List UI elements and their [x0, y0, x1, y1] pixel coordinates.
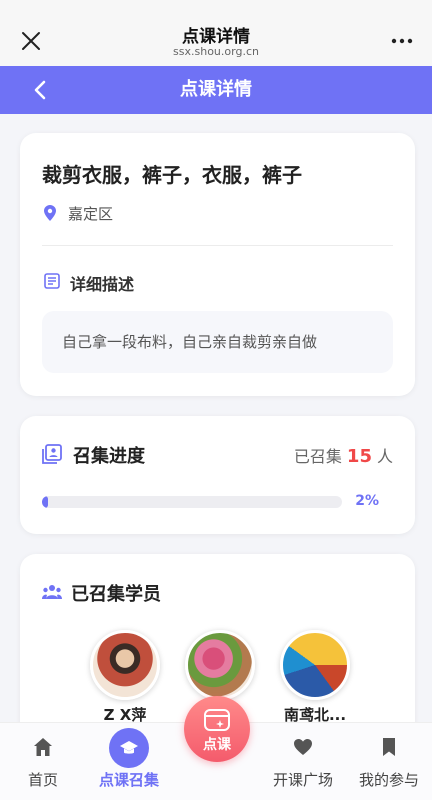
progress-icon	[42, 444, 62, 464]
recruited-prefix: 已召集	[293, 447, 342, 466]
graduation-cap-icon	[120, 741, 138, 754]
tab-my-participation[interactable]: 我的参与	[346, 723, 432, 800]
sparkle-card-icon	[204, 709, 230, 731]
center-course-button[interactable]: 点课	[184, 696, 250, 762]
avatar[interactable]	[185, 630, 255, 700]
progress-track	[42, 496, 342, 508]
browser-bar: 点课详情 ssx.shou.org.cn	[0, 0, 432, 66]
more-icon[interactable]	[390, 33, 414, 49]
browser-title: 点课详情	[182, 27, 250, 47]
tab-home[interactable]: 首页	[0, 723, 86, 800]
heart-icon	[294, 739, 312, 755]
tab-course-call[interactable]: 点课召集	[86, 723, 172, 800]
divider	[42, 245, 393, 246]
progress-percent: 2%	[355, 493, 379, 509]
home-icon	[34, 738, 52, 756]
description-text: 自己拿一段布料，自己亲自裁剪亲自做	[42, 311, 393, 373]
tab-course-square[interactable]: 开课广场	[260, 723, 346, 800]
tab-label: 开课广场	[272, 771, 333, 789]
center-button-label: 点课	[203, 737, 231, 753]
progress-label: 召集进度	[73, 446, 145, 467]
app-header: 点课详情	[0, 66, 432, 114]
avatar[interactable]	[90, 630, 160, 700]
tab-label: 首页	[27, 771, 58, 789]
students-label: 已召集学员	[71, 584, 161, 605]
tab-label: 点课召集	[98, 771, 159, 789]
recruited-count: 已召集 15 人	[294, 443, 393, 467]
progress-fill	[42, 496, 48, 508]
progress-card: 召集进度 已召集 15 人 2%	[20, 416, 415, 534]
recruited-unit: 人	[376, 447, 393, 466]
page-title: 点课详情	[180, 79, 252, 100]
description-label: 详细描述	[70, 275, 135, 294]
location-pin-icon	[44, 205, 56, 221]
avatar[interactable]	[280, 630, 350, 700]
tab-label: 我的参与	[358, 771, 419, 789]
recruited-number: 15	[346, 446, 372, 467]
course-title: 裁剪衣服，裤子，衣服，裤子	[42, 163, 302, 187]
document-icon	[44, 273, 60, 289]
browser-url: ssx.shou.org.cn	[173, 45, 259, 58]
course-location: 嘉定区	[68, 205, 114, 223]
course-card: 裁剪衣服，裤子，衣服，裤子 嘉定区 详细描述 自己拿一段布料，自己亲自裁剪亲自做	[20, 133, 415, 396]
bookmark-icon	[383, 738, 395, 756]
group-icon	[42, 585, 62, 599]
